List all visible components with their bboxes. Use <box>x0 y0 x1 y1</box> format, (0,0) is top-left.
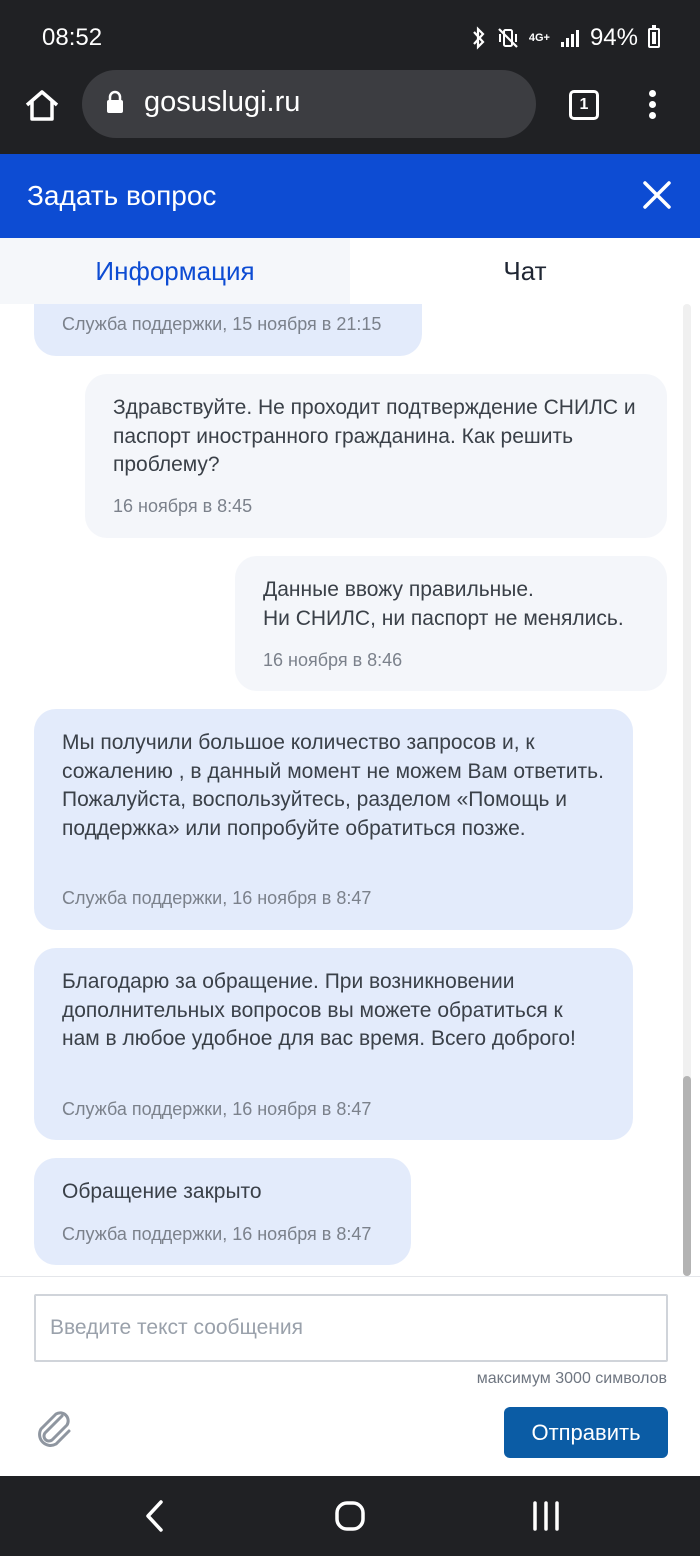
message-meta: Служба поддержки, 16 ноября в 8:47 <box>62 1224 372 1244</box>
message-input[interactable] <box>36 1296 666 1360</box>
message-user: Данные ввожу правильные. Ни СНИЛС, ни па… <box>235 556 667 691</box>
scrollbar-thumb[interactable] <box>683 1076 691 1276</box>
dialog-header: Задать вопрос <box>0 154 700 238</box>
browser-toolbar: gosuslugi.ru 1 <box>0 70 700 154</box>
paperclip-icon[interactable] <box>32 1406 76 1450</box>
message-meta: Служба поддержки, 15 ноября в 21:15 <box>62 314 382 334</box>
browser-menu-icon[interactable] <box>644 90 660 126</box>
dialog-title: Задать вопрос <box>27 180 217 211</box>
message-input-field[interactable] <box>34 1294 668 1362</box>
message-text: Благодарю за обращение. При возникновени… <box>62 970 576 1051</box>
message-support: Служба поддержки, 15 ноября в 21:15 <box>34 304 422 356</box>
divider <box>0 1276 700 1277</box>
back-icon[interactable] <box>140 1498 170 1534</box>
tab-chat[interactable]: Чат <box>350 238 700 304</box>
recents-icon[interactable] <box>530 1500 562 1532</box>
message-support: Обращение закрыто Служба поддержки, 16 н… <box>34 1158 411 1265</box>
vibrate-mute-icon <box>498 28 518 48</box>
message-text: Мы получили большое количество запросов … <box>62 731 604 840</box>
message-meta: Служба поддержки, 16 ноября в 8:47 <box>62 888 372 908</box>
signal-icon <box>560 30 579 47</box>
network-type: 4G+ <box>528 31 550 44</box>
home-icon[interactable] <box>22 86 62 126</box>
message-text: Здравствуйте. Не проходит подтверждение … <box>113 396 636 477</box>
battery-icon <box>648 25 660 48</box>
send-button[interactable]: Отправить <box>504 1407 668 1458</box>
message-meta: 16 ноября в 8:45 <box>113 496 253 516</box>
message-text: Данные ввожу правильные. Ни СНИЛС, ни па… <box>263 578 624 630</box>
message-support: Мы получили большое количество запросов … <box>34 709 633 930</box>
status-icons: 4G+ 94% <box>471 24 660 52</box>
home-nav-icon[interactable] <box>334 1500 366 1532</box>
battery-percent: 94% <box>589 24 638 51</box>
message-support: Благодарю за обращение. При возникновени… <box>34 948 633 1140</box>
chat-messages[interactable]: Служба поддержки, 15 ноября в 21:15 Здра… <box>0 304 700 1276</box>
bluetooth-icon <box>473 26 485 50</box>
char-limit-note: максимум 3000 символов <box>476 1370 667 1387</box>
address-bar[interactable]: gosuslugi.ru <box>82 70 536 138</box>
close-icon[interactable] <box>640 178 674 212</box>
message-meta: 16 ноября в 8:46 <box>263 650 403 670</box>
tab-bar: Информация Чат <box>0 238 700 304</box>
url-text: gosuslugi.ru <box>144 86 301 118</box>
message-text: Обращение закрыто <box>62 1180 262 1203</box>
message-meta: Служба поддержки, 16 ноября в 8:47 <box>62 1099 372 1119</box>
tab-switcher-button[interactable]: 1 <box>569 90 599 120</box>
lock-icon <box>107 90 123 113</box>
message-user: Здравствуйте. Не проходит подтверждение … <box>85 374 667 538</box>
system-nav-bar <box>0 1476 700 1556</box>
status-bar: 08:52 4G+ 94% <box>0 0 700 78</box>
tab-information[interactable]: Информация <box>0 238 350 304</box>
status-time: 08:52 <box>42 24 103 51</box>
